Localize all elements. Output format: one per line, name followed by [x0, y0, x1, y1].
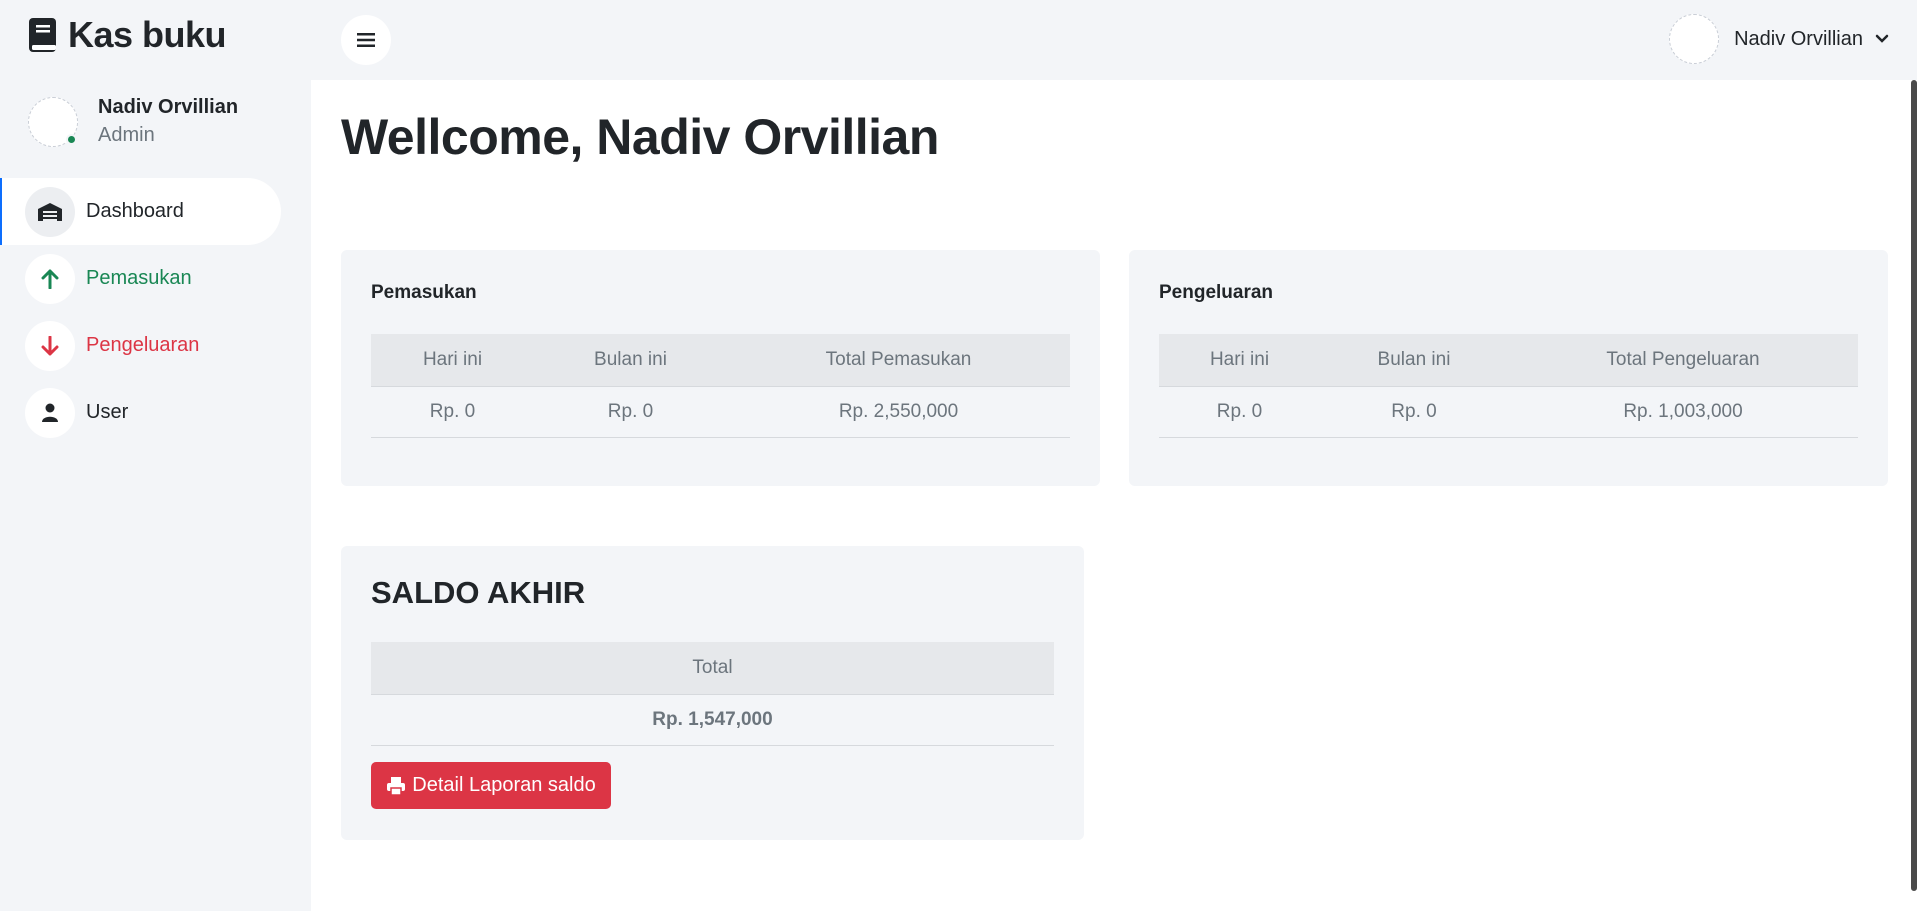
- book-icon: [29, 18, 56, 52]
- sidebar-profile: Nadiv Orvillian Admin: [28, 96, 238, 147]
- table-cell: Rp. 1,003,000: [1508, 386, 1858, 438]
- page-title: Wellcome, Nadiv Orvillian: [341, 109, 939, 165]
- table-cell: Rp. 0: [1320, 386, 1508, 438]
- main-content: Wellcome, Nadiv Orvillian Pemasukan Hari…: [311, 80, 1917, 911]
- arrow-down-icon: [25, 320, 75, 371]
- sidebar-item-pengeluaran[interactable]: Pengeluaran: [0, 312, 311, 379]
- sidebar-item-user[interactable]: User: [0, 379, 311, 446]
- table-cell: Rp. 2,550,000: [727, 386, 1070, 438]
- saldo-akhir-card: SALDO AKHIR Total Rp. 1,547,000 Detail L…: [341, 546, 1084, 840]
- scrollbar[interactable]: [1911, 80, 1917, 891]
- user-menu-dropdown[interactable]: Nadiv Orvillian: [1669, 14, 1889, 64]
- hamburger-icon: [357, 33, 375, 47]
- avatar: [1669, 14, 1720, 64]
- table-cell: Rp. 0: [534, 386, 727, 438]
- pemasukan-table: Hari ini Bulan ini Total Pemasukan Rp. 0…: [371, 334, 1070, 438]
- table-cell: Rp. 0: [371, 386, 534, 438]
- sidebar-item-label: User: [86, 401, 129, 423]
- pemasukan-card: Pemasukan Hari ini Bulan ini Total Pemas…: [341, 250, 1100, 486]
- table-header-row: Total: [371, 642, 1054, 695]
- table-row: Rp. 0 Rp. 0 Rp. 1,003,000: [1159, 386, 1858, 438]
- saldo-total-value: Rp. 1,547,000: [371, 694, 1054, 746]
- profile-name: Nadiv Orvillian: [98, 96, 239, 118]
- saldo-title: SALDO AKHIR: [371, 575, 586, 610]
- table-header: Bulan ini: [534, 334, 727, 387]
- table-header: Total: [371, 642, 1054, 695]
- saldo-table: Total Rp. 1,547,000: [371, 642, 1054, 746]
- table-header-row: Hari ini Bulan ini Total Pengeluaran: [1159, 334, 1858, 387]
- profile-role: Admin: [98, 124, 155, 146]
- sidebar-item-dashboard[interactable]: Dashboard: [0, 178, 281, 245]
- detail-laporan-saldo-button[interactable]: Detail Laporan saldo: [371, 762, 611, 809]
- brand[interactable]: Kas buku: [28, 14, 227, 56]
- online-status-dot: [66, 133, 77, 145]
- pengeluaran-table: Hari ini Bulan ini Total Pengeluaran Rp.…: [1159, 334, 1858, 438]
- brand-title: Kas buku: [68, 14, 227, 55]
- chevron-down-icon: [1875, 34, 1889, 43]
- menu-toggle-button[interactable]: [341, 15, 391, 65]
- button-label: Detail Laporan saldo: [412, 774, 596, 796]
- sidebar-item-label: Dashboard: [86, 200, 184, 222]
- table-row: Rp. 1,547,000: [371, 694, 1054, 746]
- print-icon: [387, 776, 406, 796]
- arrow-up-icon: [25, 253, 75, 304]
- topbar: Nadiv Orvillian: [311, 0, 1917, 80]
- table-row: Rp. 0 Rp. 0 Rp. 2,550,000: [371, 386, 1070, 438]
- user-icon: [25, 387, 75, 438]
- table-header: Hari ini: [371, 334, 534, 387]
- sidebar-item-label: Pengeluaran: [86, 334, 200, 356]
- dashboard-icon: [25, 186, 75, 237]
- table-header: Hari ini: [1159, 334, 1320, 387]
- table-cell: Rp. 0: [1159, 386, 1320, 438]
- table-header-row: Hari ini Bulan ini Total Pemasukan: [371, 334, 1070, 387]
- sidebar-nav: Dashboard Pemasukan Pengeluaran User: [0, 178, 311, 446]
- card-title: Pengeluaran: [1159, 282, 1274, 303]
- avatar: [28, 96, 78, 147]
- card-title: Pemasukan: [371, 282, 477, 303]
- sidebar-item-label: Pemasukan: [86, 267, 192, 289]
- sidebar: Kas buku Nadiv Orvillian Admin Dashboard: [0, 0, 311, 911]
- user-menu-name: Nadiv Orvillian: [1734, 27, 1863, 50]
- table-header: Total Pemasukan: [727, 334, 1070, 387]
- pengeluaran-card: Pengeluaran Hari ini Bulan ini Total Pen…: [1129, 250, 1888, 486]
- sidebar-item-pemasukan[interactable]: Pemasukan: [0, 245, 311, 312]
- table-header: Total Pengeluaran: [1508, 334, 1858, 387]
- table-header: Bulan ini: [1320, 334, 1508, 387]
